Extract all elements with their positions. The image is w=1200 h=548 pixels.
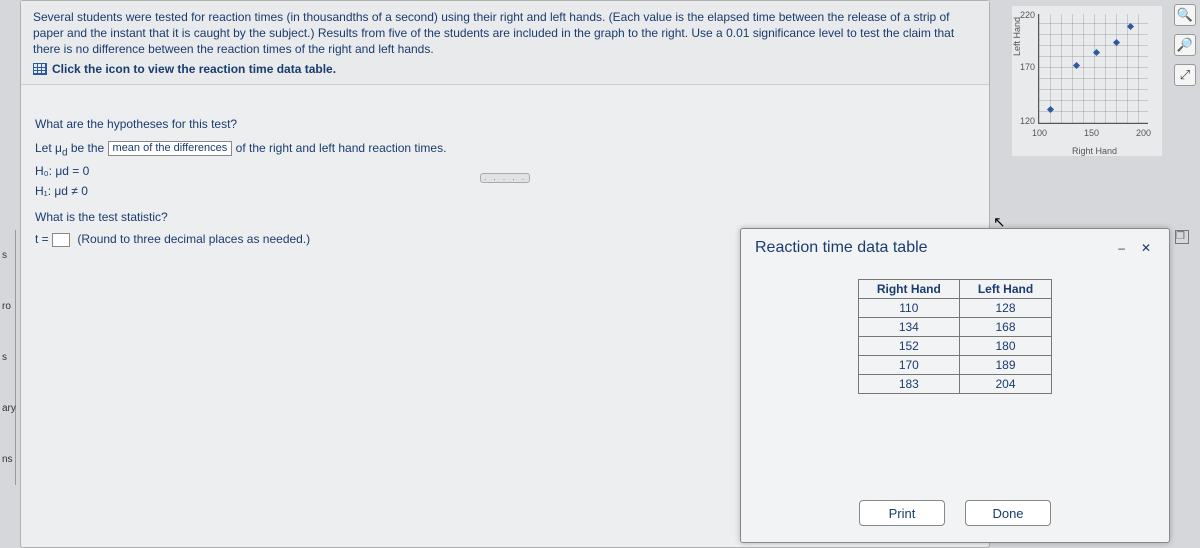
copy-table-icon[interactable]: ❐ [1175, 230, 1189, 244]
hypotheses-question: What are the hypotheses for this test? [35, 117, 975, 131]
col-header-left: Left Hand [959, 280, 1051, 299]
minimize-icon[interactable]: – [1114, 239, 1129, 257]
print-button[interactable]: Print [859, 500, 945, 526]
cursor-icon: ↖ [993, 213, 1006, 231]
table-row: 134168 [858, 318, 1051, 337]
side-tabs: s ro s ary ns [0, 230, 16, 485]
data-point [1073, 62, 1080, 69]
open-external-icon[interactable]: ⤢ [1174, 64, 1196, 86]
let-line: Let μd be the mean of the differences of… [35, 141, 975, 158]
plot-area [1038, 14, 1148, 124]
close-icon[interactable]: ✕ [1137, 239, 1155, 257]
blank-mean-differences[interactable]: mean of the differences [108, 141, 233, 156]
open-data-table-link[interactable]: Click the icon to view the reaction time… [33, 62, 977, 76]
table-row: 152180 [858, 337, 1051, 356]
data-point [1113, 39, 1120, 46]
round-hint: (Round to three decimal places as needed… [77, 232, 310, 246]
expand-divider[interactable]: · · · · · [480, 173, 530, 183]
data-table-wrap: Right Hand Left Hand 110128 134168 15218… [840, 279, 1070, 394]
h1-line: H₁: μd ≠ 0 [35, 184, 975, 198]
col-header-right: Right Hand [858, 280, 959, 299]
done-button[interactable]: Done [965, 500, 1051, 526]
dialog-header: Reaction time data table – ✕ [741, 229, 1169, 261]
table-row: 170189 [858, 356, 1051, 375]
x-tick: 200 [1136, 128, 1151, 138]
y-tick: 170 [1020, 62, 1035, 72]
t-input[interactable] [52, 233, 70, 247]
chart-toolbar: 🔍 🔎 ⤢ [1174, 4, 1196, 86]
y-tick: 220 [1020, 10, 1035, 20]
x-tick: 100 [1032, 128, 1047, 138]
y-axis-label: Left Hand [1012, 17, 1022, 56]
dialog-title: Reaction time data table [755, 239, 928, 257]
table-row: 110128 [858, 299, 1051, 318]
x-tick: 150 [1084, 128, 1099, 138]
table-row: 183204 [858, 375, 1051, 394]
side-tab[interactable]: s [0, 332, 16, 383]
side-tab[interactable]: ary [0, 383, 16, 434]
data-point [1047, 106, 1054, 113]
reaction-data-table: Right Hand Left Hand 110128 134168 15218… [858, 279, 1052, 394]
zoom-out-icon[interactable]: 🔎 [1174, 34, 1196, 56]
open-data-table-label: Click the icon to view the reaction time… [52, 62, 336, 76]
y-tick: 120 [1020, 116, 1035, 126]
side-tab[interactable]: s [0, 230, 16, 281]
scatter-chart: Left Hand 220 170 120 100 150 200 Right … [1012, 6, 1162, 156]
zoom-in-icon[interactable]: 🔍 [1174, 4, 1196, 26]
data-point [1127, 23, 1134, 30]
table-icon [33, 63, 47, 75]
test-stat-question: What is the test statistic? [35, 210, 975, 224]
side-tab[interactable]: ro [0, 281, 16, 332]
data-table-dialog: ↖ Reaction time data table – ✕ Right Han… [740, 228, 1170, 543]
x-axis-label: Right Hand [1072, 146, 1117, 156]
side-tab[interactable]: ns [0, 434, 16, 485]
data-point [1093, 49, 1100, 56]
prompt-area: Several students were tested for reactio… [21, 1, 989, 85]
prompt-text: Several students were tested for reactio… [33, 9, 977, 58]
